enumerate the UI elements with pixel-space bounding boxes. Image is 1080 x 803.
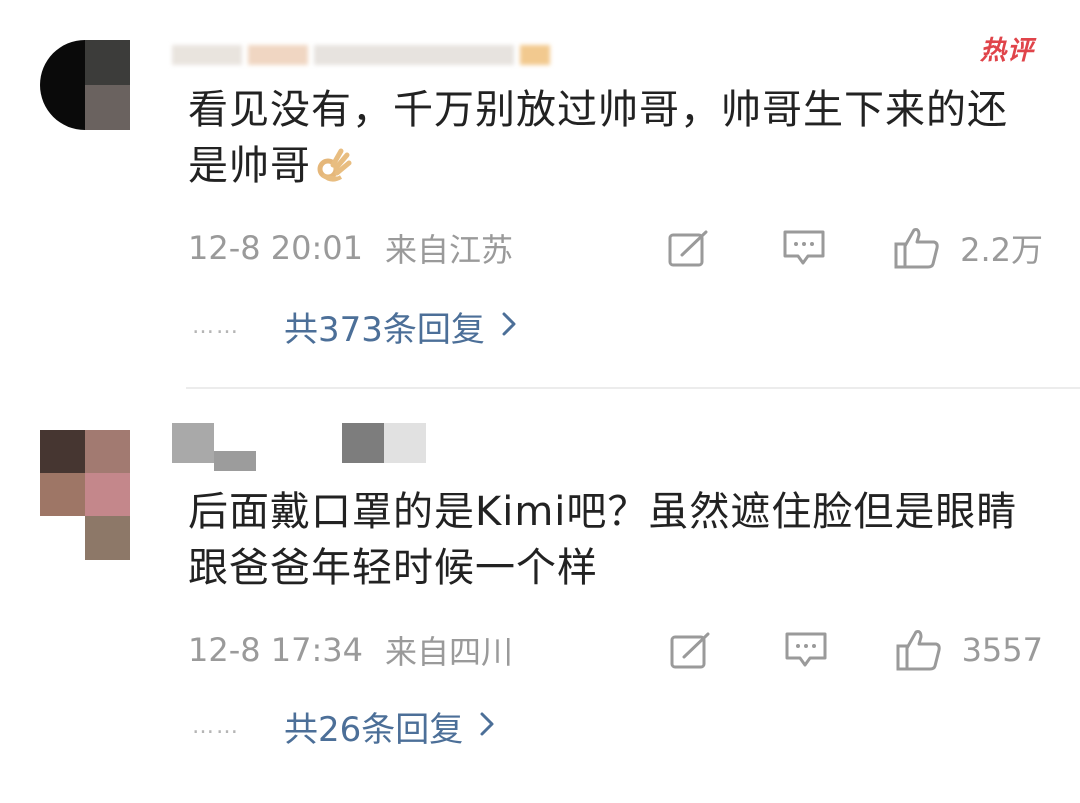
view-replies-link[interactable]: 共373条回复 xyxy=(284,302,517,351)
replies-row: …… 共26条回复 xyxy=(192,706,495,750)
repost-button[interactable] xyxy=(668,229,710,267)
comment-text-content: 看见没有，千万别放过帅哥，帅哥生下来的还是帅哥 xyxy=(188,87,1008,189)
divider xyxy=(186,387,1080,389)
comment-icon xyxy=(783,230,825,265)
replies-dots: …… xyxy=(192,313,240,339)
avatar[interactable] xyxy=(40,40,130,130)
username-redacted[interactable] xyxy=(172,423,426,471)
ok-hand-emoji xyxy=(315,142,353,182)
replies-label: 共26条回复 xyxy=(284,709,464,750)
chevron-right-icon xyxy=(479,706,495,746)
comment-meta: 12-8 20:01 来自江苏 2.2万 xyxy=(188,225,1043,271)
comment-time: 12-8 17:34 xyxy=(188,631,364,669)
chevron-right-icon xyxy=(501,306,517,346)
username-redacted[interactable] xyxy=(172,44,550,66)
thumbs-up-icon xyxy=(894,228,939,269)
hot-comment-badge: 热评 xyxy=(979,36,1034,66)
comment-icon xyxy=(785,632,827,667)
like-button[interactable]: 2.2万 xyxy=(894,225,1043,271)
comment-location: 来自四川 xyxy=(385,633,514,671)
replies-dots: …… xyxy=(192,713,240,739)
repost-button[interactable] xyxy=(670,631,712,669)
comment-item: 后面戴口罩的是Kimi吧？虽然遮住脸但是眼睛跟爸爸年轻时候一个样 12-8 17… xyxy=(0,390,1080,803)
comment-item: 热评 看见没有，千万别放过帅哥，帅哥生下来的还是帅哥 12-8 20:01 来自… xyxy=(0,0,1080,389)
like-button[interactable]: 3557 xyxy=(896,628,1043,672)
comment-button[interactable] xyxy=(782,228,826,268)
comment-meta: 12-8 17:34 来自四川 3557 xyxy=(188,628,1043,672)
replies-row: …… 共373条回复 xyxy=(192,306,517,350)
thumbs-up-icon xyxy=(896,630,941,671)
repost-icon xyxy=(670,632,710,669)
like-count: 3557 xyxy=(961,631,1043,669)
comment-location: 来自江苏 xyxy=(385,231,514,269)
comment-button[interactable] xyxy=(784,630,828,670)
view-replies-link[interactable]: 共26条回复 xyxy=(284,702,495,751)
avatar[interactable] xyxy=(40,430,130,560)
like-count: 2.2万 xyxy=(960,231,1043,269)
comment-time: 12-8 20:01 xyxy=(188,229,364,267)
comment-text: 看见没有，千万别放过帅哥，帅哥生下来的还是帅哥 xyxy=(188,82,1048,194)
replies-label: 共373条回复 xyxy=(284,309,485,350)
comment-text: 后面戴口罩的是Kimi吧？虽然遮住脸但是眼睛跟爸爸年轻时候一个样 xyxy=(188,489,1018,591)
repost-icon xyxy=(668,230,708,267)
